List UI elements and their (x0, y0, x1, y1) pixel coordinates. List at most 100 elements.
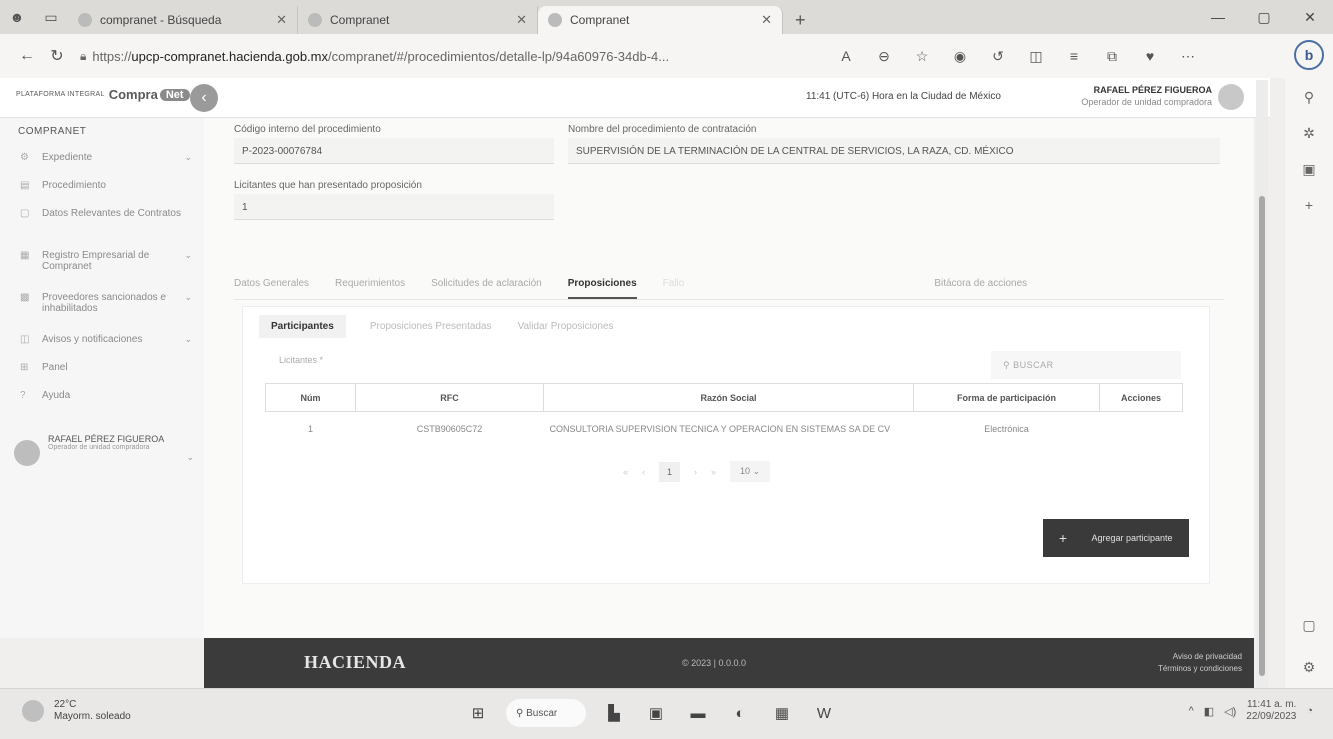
participants-table: Núm RFC Razón Social Forma de participac… (265, 383, 1183, 446)
privacy-link[interactable]: Aviso de privacidad (1158, 651, 1242, 663)
bing-icon[interactable]: b (1294, 40, 1324, 70)
edge-icon[interactable]: ◐ (726, 699, 754, 727)
sidebar-item-ayuda[interactable]: ? Ayuda (20, 390, 192, 401)
store-icon[interactable]: ▦ (768, 699, 796, 727)
search-input[interactable]: ⚲ BUSCAR (991, 351, 1181, 379)
tab-fallo[interactable]: Fallo (663, 278, 685, 289)
app-header: PLATAFORMA INTEGRAL Compra Net ‹ 11:41 (… (0, 78, 1270, 118)
settings-gear-icon[interactable]: ⚙ (1294, 654, 1324, 680)
ban-icon: ▩ (20, 292, 30, 303)
subtab-participantes[interactable]: Participantes (259, 315, 346, 338)
tab-proposiciones[interactable]: Proposiciones (567, 278, 637, 299)
taskbar-search[interactable]: ⚲ Buscar (506, 699, 586, 727)
tab-close-icon[interactable]: ✕ (761, 12, 772, 28)
prev-page-icon[interactable]: ‹ (642, 467, 645, 477)
tab-title: Compranet (330, 13, 390, 27)
system-tray: ^ ◧ ◁) 11:41 a. m. 22/09/2023 ◔ (1189, 699, 1313, 723)
extension-icon[interactable]: ◉ (944, 48, 976, 65)
browser-tab-3[interactable]: Compranet ✕ (538, 6, 783, 34)
notifications-icon[interactable]: ◔ (1306, 705, 1313, 717)
back-arrow-icon[interactable]: ← (12, 47, 42, 65)
word-icon[interactable]: W (810, 699, 838, 727)
split-screen-icon[interactable]: ◫ (1020, 48, 1052, 65)
refresh-ext-icon[interactable]: ↺ (982, 48, 1014, 65)
tab-close-icon[interactable]: ✕ (516, 12, 527, 28)
header-user[interactable]: RAFAEL PÉREZ FIGUEROA Operador de unidad… (1081, 85, 1212, 107)
collections-icon[interactable]: ⧉ (1096, 48, 1128, 65)
restore-button[interactable]: ▢ (1241, 0, 1287, 34)
add-icon[interactable]: + (1294, 192, 1324, 218)
sidebar-item-expediente[interactable]: ⚙ Expediente ⌄ (20, 152, 192, 163)
read-aloud-icon[interactable]: A (830, 48, 862, 65)
add-participant-button[interactable]: + Agregar participante (1043, 519, 1189, 557)
table-row[interactable]: 1 CSTB90605C72 CONSULTORIA SUPERVISION T… (266, 412, 1183, 446)
browser-tab-2[interactable]: Compranet ✕ (298, 6, 538, 34)
current-page[interactable]: 1 (659, 461, 681, 482)
network-icon[interactable]: ◧ (1204, 705, 1214, 718)
tray-chevron-icon[interactable]: ^ (1189, 705, 1194, 717)
minimize-button[interactable]: — (1195, 0, 1241, 34)
weather-widget[interactable]: 22°C Mayorm. soleado (22, 699, 131, 723)
teams-icon[interactable]: ▣ (642, 699, 670, 727)
sidebar-layout-icon[interactable]: ▢ (1294, 612, 1324, 638)
sidebar-item-avisos[interactable]: ◫ Avisos y notificaciones ⌄ (20, 334, 192, 345)
clock[interactable]: 11:41 a. m. 22/09/2023 (1246, 699, 1296, 723)
sidebar-item-procedimiento[interactable]: ▤ Procedimiento (20, 180, 192, 191)
cell-acciones[interactable] (1100, 412, 1183, 446)
subtab-proposiciones-presentadas[interactable]: Proposiciones Presentadas (368, 315, 494, 338)
file-explorer-icon[interactable]: ▙ (600, 699, 628, 727)
office-icon[interactable]: ▣ (1294, 156, 1324, 182)
refresh-icon[interactable]: ↻ (42, 46, 72, 66)
workspaces-icon[interactable]: ▭ (34, 0, 68, 34)
column-header: Razón Social (543, 383, 914, 412)
favorite-star-icon[interactable]: ☆ (906, 48, 938, 65)
performance-icon[interactable]: ♥ (1134, 48, 1166, 65)
tab-bitacora[interactable]: Bitácora de acciones (934, 278, 1027, 289)
tab-close-icon[interactable]: ✕ (276, 12, 287, 28)
sidebar-item-registro-empresarial[interactable]: ▦ Registro Empresarial de Compranet ⌄ (20, 250, 192, 272)
windows-start-icon[interactable]: ⊞ (464, 699, 492, 727)
browser-tab-1[interactable]: compranet - Búsqueda ✕ (68, 6, 298, 34)
url-path: /compranet/#/procedimientos/detalle-lp/9… (327, 48, 670, 64)
sidebar-user[interactable]: RAFAEL PÉREZ FIGUEROA Operador de unidad… (14, 434, 194, 466)
page-scrollbar[interactable] (1256, 80, 1268, 688)
sidebar-item-proveedores-sancionados[interactable]: ▩ Proveedores sancionados e inhabilitado… (20, 292, 192, 314)
url-field[interactable]: 🔒︎ https://upcp-compranet.hacienda.gob.m… (80, 41, 820, 71)
tab-datos-generales[interactable]: Datos Generales (234, 278, 309, 289)
last-page-icon[interactable]: » (711, 467, 716, 477)
first-page-icon[interactable]: « (623, 467, 628, 477)
favorites-list-icon[interactable]: ≡ (1058, 48, 1090, 65)
tab-requerimientos[interactable]: Requerimientos (335, 278, 405, 289)
sidebar-item-label: Datos Relevantes de Contratos (42, 208, 181, 219)
compranet-logo[interactable]: PLATAFORMA INTEGRAL Compra Net (16, 87, 190, 102)
plus-icon: + (1058, 530, 1068, 546)
folder-icon: ⚙ (20, 152, 29, 163)
search-icon[interactable]: ⚲ (1294, 84, 1324, 110)
next-page-icon[interactable]: › (694, 467, 697, 477)
collapse-sidebar-button[interactable]: ‹ (190, 84, 218, 112)
subtabs: Participantes Proposiciones Presentadas … (259, 315, 638, 338)
column-header: Núm (265, 383, 356, 412)
avatar[interactable] (1218, 84, 1244, 110)
scrollbar-thumb[interactable] (1259, 196, 1265, 676)
profile-icon[interactable]: ☻ (0, 0, 34, 34)
more-icon[interactable]: ⋯ (1172, 48, 1204, 65)
tools-icon[interactable]: ✲ (1294, 120, 1324, 146)
clipboard-icon: ▢ (20, 208, 30, 219)
terms-link[interactable]: Términos y condiciones (1158, 663, 1242, 675)
close-window-button[interactable]: ✕ (1287, 0, 1333, 34)
sidebar-item-datos-relevantes[interactable]: ▢ Datos Relevantes de Contratos (20, 208, 192, 219)
logo-subtitle: PLATAFORMA INTEGRAL (16, 91, 105, 98)
tab-solicitudes-aclaracion[interactable]: Solicitudes de aclaración (431, 278, 542, 289)
weather-desc: Mayorm. soleado (54, 711, 131, 722)
volume-icon[interactable]: ◁) (1224, 705, 1236, 718)
weather-temp: 22°C (54, 699, 77, 710)
folder-icon[interactable]: ▬ (684, 699, 712, 727)
subtab-validar-proposiciones[interactable]: Validar Proposiciones (516, 315, 616, 338)
page-size-select[interactable]: 10 ⌄ (730, 461, 771, 482)
sidebar-item-panel[interactable]: ⊞ Panel (20, 362, 192, 373)
cell-razon-social: CONSULTORIA SUPERVISION TECNICA Y OPERAC… (549, 423, 891, 434)
zoom-icon[interactable]: ⊖ (868, 48, 900, 65)
url-prefix: https:// (92, 48, 132, 64)
new-tab-button[interactable]: + (783, 6, 818, 34)
